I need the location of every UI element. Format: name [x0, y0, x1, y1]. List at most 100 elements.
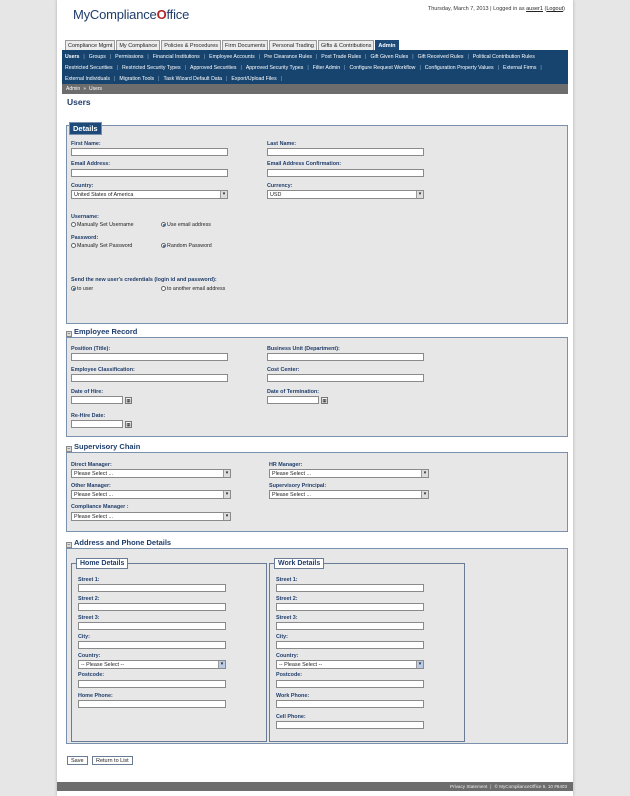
work-phone-input[interactable] [276, 700, 424, 708]
header-info: Thursday, March 7, 2013 | Logged in as a… [427, 6, 565, 12]
subnav-approved-securities[interactable]: Approved Securities [190, 65, 236, 71]
details-panel: Details First Name: Last Name: Email Add… [66, 122, 568, 324]
home-city-input[interactable] [78, 641, 226, 649]
subnav-config-property-values[interactable]: Configuration Property Values [425, 65, 494, 71]
hire-date-input[interactable] [71, 396, 123, 404]
first-name-input[interactable] [71, 148, 228, 156]
cell-phone-input[interactable] [276, 721, 424, 729]
logout-link[interactable]: Logout [546, 6, 563, 12]
subnav-pre-clearance-rules[interactable]: Pre Clearance Rules [264, 54, 312, 60]
work-street1-label: Street 1: [276, 577, 298, 583]
subnav-employee-accounts[interactable]: Employee Accounts [209, 54, 255, 60]
chevron-down-icon: ▾ [223, 470, 230, 477]
supervisory-principal-select[interactable]: Please Select ... ▾ [269, 490, 429, 499]
country-select[interactable]: United States of America ▾ [71, 190, 228, 199]
home-street2-input[interactable] [78, 603, 226, 611]
subnav-restricted-security-types[interactable]: Restricted Security Types [122, 65, 181, 71]
subnav-migration-tools[interactable]: Migration Tools [119, 76, 154, 82]
chevron-down-icon: ▾ [421, 491, 428, 498]
cost-center-label: Cost Center: [267, 367, 300, 373]
subnav-task-wizard[interactable]: Task Wizard Default Data [164, 76, 223, 82]
subnav-external-firms[interactable]: External Firms [503, 65, 536, 71]
breadcrumb-admin[interactable]: Admin [66, 86, 80, 92]
home-postcode-input[interactable] [78, 680, 226, 688]
footer: Privacy Statement | © MyComplianceOffice 6… [57, 782, 573, 791]
to-other-email-radio[interactable]: to another email address [161, 286, 225, 292]
copyright: © MyComplianceOffice 6. 10 #6403 [494, 784, 568, 789]
position-label: Position (Title): [71, 346, 111, 352]
user-link[interactable]: auser1 [526, 6, 543, 12]
email-confirm-label: Email Address Confirmation: [267, 161, 342, 167]
supervisory-chain-title[interactable]: − Supervisory Chain [66, 442, 140, 452]
chevron-down-icon: ▾ [416, 661, 423, 668]
to-user-radio[interactable]: to user [71, 286, 93, 292]
subnav-gift-given-rules[interactable]: Gift Given Rules [370, 54, 408, 60]
home-country-label: Country: [78, 653, 101, 659]
password-label: Password: [71, 235, 99, 241]
home-phone-input[interactable] [78, 700, 226, 708]
work-street3-label: Street 3: [276, 615, 298, 621]
currency-select[interactable]: USD ▾ [267, 190, 424, 199]
work-street3-input[interactable] [276, 622, 424, 630]
other-manager-label: Other Manager: [71, 483, 111, 489]
cost-center-input[interactable] [267, 374, 424, 382]
home-street1-input[interactable] [78, 584, 226, 592]
work-country-select[interactable]: -- Please Select -- ▾ [276, 660, 424, 669]
save-button[interactable]: Save [67, 756, 88, 765]
subnav-gift-received-rules[interactable]: Gift Received Rules [418, 54, 464, 60]
other-manager-select[interactable]: Please Select ... ▾ [71, 490, 231, 499]
chevron-down-icon: ▾ [421, 470, 428, 477]
business-unit-input[interactable] [267, 353, 424, 361]
calendar-icon[interactable]: ▦ [321, 397, 328, 404]
hr-manager-select[interactable]: Please Select ... ▾ [269, 469, 429, 478]
privacy-link[interactable]: Privacy Statement [450, 784, 487, 789]
country-label: Country: [71, 183, 94, 189]
position-input[interactable] [71, 353, 228, 361]
logo[interactable]: MyComplianceOffice [73, 7, 189, 22]
email-confirm-input[interactable] [267, 169, 424, 177]
home-street3-input[interactable] [78, 622, 226, 630]
home-country-select[interactable]: -- Please Select -- ▾ [78, 660, 226, 669]
subnav-groups[interactable]: Groups [89, 54, 106, 60]
home-street2-label: Street 2: [78, 596, 100, 602]
logo-check-icon: O [156, 7, 167, 22]
subnav-post-trade-rules[interactable]: Post Trade Rules [321, 54, 361, 60]
compliance-manager-select[interactable]: Please Select ... ▾ [71, 512, 231, 521]
subnav-configure-workflow[interactable]: Configure Request Workflow [350, 65, 416, 71]
header-date: Thursday, March 7, 2013 [427, 6, 489, 12]
classification-input[interactable] [71, 374, 228, 382]
address-title[interactable]: − Address and Phone Details [66, 538, 171, 548]
manual-password-radio[interactable]: Manually Set Password [71, 243, 132, 249]
manual-username-radio[interactable]: Manually Set Username [71, 222, 134, 228]
work-street1-input[interactable] [276, 584, 424, 592]
email-input[interactable] [71, 169, 228, 177]
work-street2-input[interactable] [276, 603, 424, 611]
use-email-radio[interactable]: Use email address [161, 222, 211, 228]
termination-date-input[interactable] [267, 396, 319, 404]
last-name-label: Last Name: [267, 141, 297, 147]
subnav-filter-admin[interactable]: Filter Admin [313, 65, 340, 71]
hire-date-label: Date of Hire: [71, 389, 104, 395]
subnav-political-rules[interactable]: Political Contribution Rules [473, 54, 535, 60]
subnav-export-upload[interactable]: Export/Upload Files [231, 76, 276, 82]
subnav-financial-institutions[interactable]: Financial Institutions [153, 54, 200, 60]
last-name-input[interactable] [267, 148, 424, 156]
calendar-icon[interactable]: ▦ [125, 397, 132, 404]
page-title: Users [67, 97, 91, 107]
rehire-date-input[interactable] [71, 420, 123, 428]
currency-label: Currency: [267, 183, 293, 189]
subnav-external-individuals[interactable]: External Individuals [65, 76, 110, 82]
chevron-down-icon: ▾ [220, 191, 227, 198]
direct-manager-select[interactable]: Please Select ... ▾ [71, 469, 231, 478]
employee-record-title[interactable]: − Employee Record [66, 327, 137, 337]
subnav-permissions[interactable]: Permissions [115, 54, 143, 60]
work-city-input[interactable] [276, 641, 424, 649]
subnav-restricted-securities[interactable]: Restricted Securities [65, 65, 113, 71]
subnav-users[interactable]: Users [65, 54, 79, 60]
breadcrumb: Admin» Users [62, 84, 568, 94]
return-to-list-button[interactable]: Return to List [92, 756, 133, 765]
random-password-radio[interactable]: Random Password [161, 243, 212, 249]
calendar-icon[interactable]: ▦ [125, 421, 132, 428]
subnav-approved-security-types[interactable]: Approved Security Types [246, 65, 304, 71]
work-postcode-input[interactable] [276, 680, 424, 688]
